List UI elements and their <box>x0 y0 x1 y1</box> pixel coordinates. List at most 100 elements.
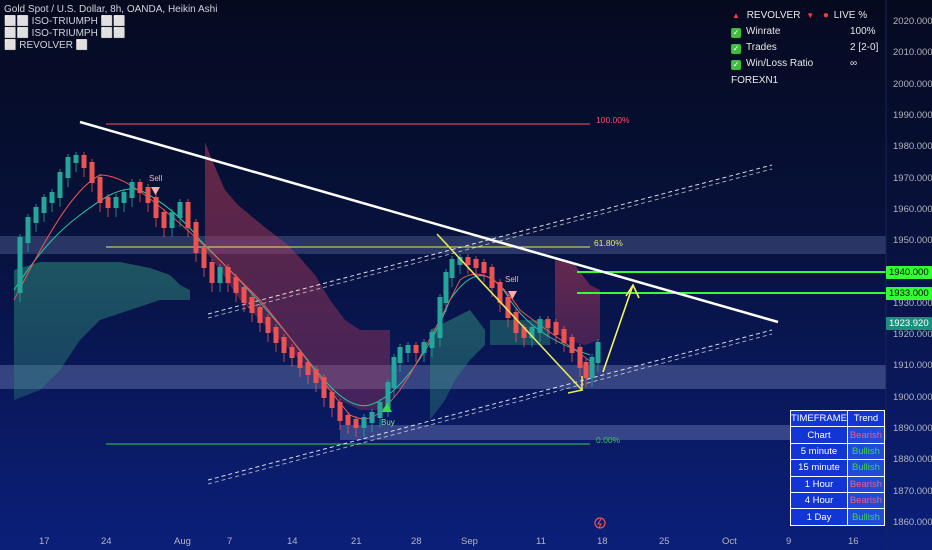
x-axis-tick: 24 <box>101 536 112 547</box>
candle-body <box>513 312 519 333</box>
symbol-title: Gold Spot / U.S. Dollar, 8h, OANDA, Heik… <box>4 4 218 15</box>
candle-body <box>589 357 595 378</box>
candle-body <box>449 259 455 278</box>
tf-trend: Bullish <box>846 508 885 526</box>
indicator-label-1[interactable]: ⬜⬜ ISO-TRIUMPH ⬜⬜ <box>4 16 125 27</box>
buy-label-1: Buy <box>381 418 395 427</box>
y-axis-tick: 1900.000 <box>893 391 932 403</box>
y-axis-tick: 1980.000 <box>893 141 932 153</box>
sell-marker-1 <box>151 187 160 195</box>
fib-0-label: 0.00% <box>596 435 621 445</box>
target-price-tag-1: 1940.000 <box>886 266 932 279</box>
candle-body <box>89 162 95 183</box>
x-axis-tick: 7 <box>227 536 233 547</box>
candle-body <box>595 342 601 363</box>
x-axis-tick: Oct <box>722 536 737 547</box>
candle-body <box>553 322 559 335</box>
candle-body <box>489 267 495 288</box>
check-icon: ✓ <box>731 28 741 38</box>
y-axis-tick: 1870.000 <box>893 485 932 497</box>
header-trend: Trend <box>846 409 885 428</box>
stats-title-left: REVOLVER <box>746 10 801 21</box>
tf-trend: Bullish <box>846 459 885 477</box>
candle-body <box>481 262 487 273</box>
candle-body <box>121 192 127 203</box>
candle-body <box>225 267 231 283</box>
table-row: Chart Bearish <box>790 426 885 444</box>
up-triangle-icon: ▲ <box>732 11 740 20</box>
table-row: 4 Hour Bearish <box>790 491 885 510</box>
timeframe-table: TIMEFRAME Trend Chart Bearish 5 minute Bul… <box>790 409 885 526</box>
y-axis-tick: 1890.000 <box>893 422 932 434</box>
stat-label: Winrate <box>746 26 781 37</box>
candle-body <box>583 362 589 378</box>
stat-row-winrate: ✓ Winrate <box>731 26 780 38</box>
candle-body <box>153 197 159 218</box>
analysis-arrow-up <box>602 283 640 373</box>
down-triangle-icon: ▼ <box>806 11 815 20</box>
candle-body <box>217 267 223 283</box>
stats-footer: FOREXN1 <box>731 75 779 86</box>
y-axis-tick: 1970.000 <box>893 172 932 184</box>
header-timeframe: TIMEFRAME <box>790 409 848 428</box>
lightning-icon <box>597 518 602 529</box>
candle-body <box>443 272 449 303</box>
x-axis-tick: 25 <box>659 536 670 547</box>
candle-body <box>537 319 543 333</box>
table-header-row: TIMEFRAME Trend <box>790 409 885 428</box>
table-row: 5 minute Bullish <box>790 442 885 461</box>
candle-body <box>413 345 419 353</box>
y-axis-tick: 1860.000 <box>893 516 932 528</box>
candle-body <box>97 177 103 203</box>
check-icon: ✓ <box>731 44 741 54</box>
y-axis-tick: 2020.000 <box>893 16 932 27</box>
candle-body <box>397 347 403 363</box>
tf-name: 15 minute <box>790 459 848 477</box>
indicator-label-3[interactable]: ⬜ REVOLVER ⬜ <box>4 40 88 51</box>
candle-body <box>129 182 135 198</box>
tf-trend: Bearish <box>846 475 885 493</box>
candle-body <box>33 207 39 223</box>
stat-label: Win/Loss Ratio <box>746 58 814 69</box>
candle-body <box>437 297 443 338</box>
tf-trend: Bullish <box>846 442 885 461</box>
candle-body <box>345 415 351 425</box>
x-axis-tick: Sep <box>461 536 478 547</box>
tf-name: 1 Hour <box>790 475 848 493</box>
candle-body <box>391 357 397 388</box>
candle-body <box>185 202 191 228</box>
resistance-zone <box>0 236 886 254</box>
table-row: 1 Day Bullish <box>790 508 885 526</box>
candle-body <box>353 419 359 428</box>
y-axis-tick: 1960.000 <box>893 203 932 215</box>
candle-body <box>25 217 31 243</box>
candle-body <box>177 202 183 218</box>
x-axis-tick: 17 <box>39 536 50 547</box>
stat-value-winrate: 100% <box>850 26 876 37</box>
candle-body <box>313 369 319 383</box>
candle-body <box>257 307 263 323</box>
candle-body <box>305 362 311 375</box>
x-axis-tick: 21 <box>351 536 362 547</box>
y-axis-tick: 1920.000 <box>893 329 932 340</box>
indicator-label-2[interactable]: ⬜⬜ ISO-TRIUMPH ⬜⬜ <box>4 28 125 39</box>
x-axis-tick: 11 <box>536 536 546 547</box>
candle-body <box>321 377 327 398</box>
x-axis-tick: 16 <box>848 536 859 547</box>
x-axis-tick: 28 <box>411 536 422 547</box>
candle-body <box>249 297 255 313</box>
table-row: 1 Hour Bearish <box>790 475 885 493</box>
candle-body <box>201 247 207 268</box>
candle-body <box>193 222 199 253</box>
candle-body <box>369 412 375 423</box>
candle-body <box>265 317 271 333</box>
candle-body <box>233 277 239 293</box>
y-axis-tick: 1990.000 <box>893 109 932 121</box>
x-axis-tick: 14 <box>287 536 298 547</box>
candle-body <box>329 392 335 408</box>
x-axis-tick: Aug <box>174 536 191 547</box>
x-axis-tick: 9 <box>786 536 792 547</box>
candle-body <box>65 157 71 178</box>
tf-name: Chart <box>790 426 848 444</box>
candle-body <box>465 257 471 265</box>
